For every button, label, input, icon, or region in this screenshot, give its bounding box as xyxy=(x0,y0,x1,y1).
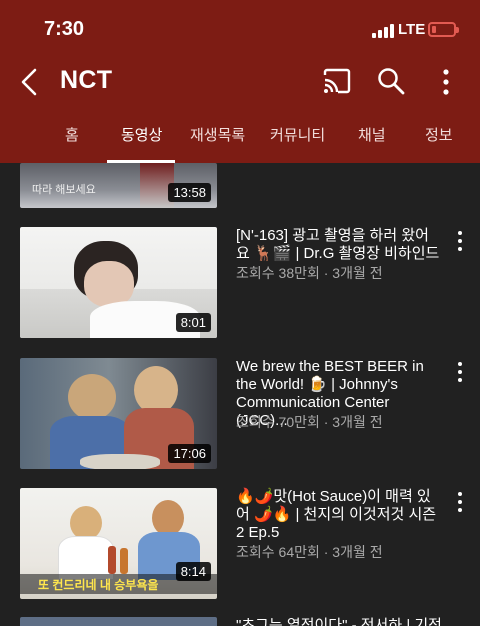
video-duration: 17:06 xyxy=(168,444,211,463)
video-title[interactable]: 🔥🌶️맛(Hot Sauce)이 매력 있어 🌶️🔥 | 천지의 이것저것 시즌… xyxy=(236,488,440,542)
video-thumbnail[interactable]: 또 컨드리네 내 승부욕을 8:14 xyxy=(20,488,217,599)
more-options-icon[interactable] xyxy=(436,68,456,96)
tab-videos[interactable]: 동영상 xyxy=(121,124,162,145)
signal-icon xyxy=(372,22,394,38)
status-time: 7:30 xyxy=(44,18,85,40)
thumbnail-caption: 따라 해보세요 xyxy=(32,184,96,196)
back-arrow-icon[interactable] xyxy=(18,66,48,98)
video-thumbnail[interactable]: 따라 해보세요 13:58 xyxy=(20,163,217,208)
video-thumbnail[interactable]: 8:01 xyxy=(20,227,217,338)
video-more-icon[interactable] xyxy=(452,362,468,384)
network-label: LTE xyxy=(398,21,426,38)
video-thumbnail[interactable]: 17:06 xyxy=(20,358,217,469)
channel-title: NCT xyxy=(60,66,113,94)
video-meta: 조회수 70만회 · 3개월 전 xyxy=(236,414,383,430)
battery-icon xyxy=(428,22,459,37)
tab-about[interactable]: 정보 xyxy=(425,124,453,145)
video-title[interactable]: [N'-163] 광고 촬영을 하러 왔어요 🦌🎬 | Dr.G 촬영장 비하인… xyxy=(236,227,440,263)
video-item[interactable]: 17:06 We brew the BEST BEER in the World… xyxy=(0,358,480,470)
video-more-icon[interactable] xyxy=(452,231,468,253)
video-duration: 13:58 xyxy=(168,183,211,202)
search-icon[interactable] xyxy=(376,66,406,96)
video-item[interactable]: "초그는 열정이다" - 전서하 | 기정오 xyxy=(0,617,480,626)
video-meta: 조회수 64만회 · 3개월 전 xyxy=(236,544,383,560)
status-bar: 7:30 LTE xyxy=(0,0,480,60)
tab-playlists[interactable]: 재생목록 xyxy=(190,124,245,145)
app-bar: NCT xyxy=(0,60,480,104)
video-list[interactable]: 따라 해보세요 13:58 8:01 [N'-163] 광고 촬영을 하러 왔어… xyxy=(0,163,480,626)
video-item[interactable]: 8:01 [N'-163] 광고 촬영을 하러 왔어요 🦌🎬 | Dr.G 촬영… xyxy=(0,227,480,339)
video-more-icon[interactable] xyxy=(452,492,468,514)
video-duration: 8:14 xyxy=(175,562,211,581)
tab-channels[interactable]: 채널 xyxy=(358,124,386,145)
video-item[interactable]: 따라 해보세요 13:58 xyxy=(0,163,480,209)
tab-community[interactable]: 커뮤니티 xyxy=(270,124,325,145)
tab-home[interactable]: 홈 xyxy=(65,124,79,145)
channel-tabs: 홈 동영상 재생목록 커뮤니티 채널 정보 xyxy=(0,112,480,163)
video-meta: 조회수 38만회 · 3개월 전 xyxy=(236,265,383,281)
cast-icon[interactable] xyxy=(322,68,352,94)
video-thumbnail[interactable] xyxy=(20,617,217,626)
video-title[interactable]: "초그는 열정이다" - 전서하 | 기정오 xyxy=(236,617,440,626)
channel-header: 7:30 LTE NCT 홈 동영상 재생목록 커뮤니티 채널 정보 xyxy=(0,0,480,163)
thumbnail-caption: 또 컨드리네 내 승부욕을 xyxy=(38,578,159,592)
video-item[interactable]: 또 컨드리네 내 승부욕을 8:14 🔥🌶️맛(Hot Sauce)이 매력 있… xyxy=(0,488,480,600)
video-duration: 8:01 xyxy=(175,313,211,332)
